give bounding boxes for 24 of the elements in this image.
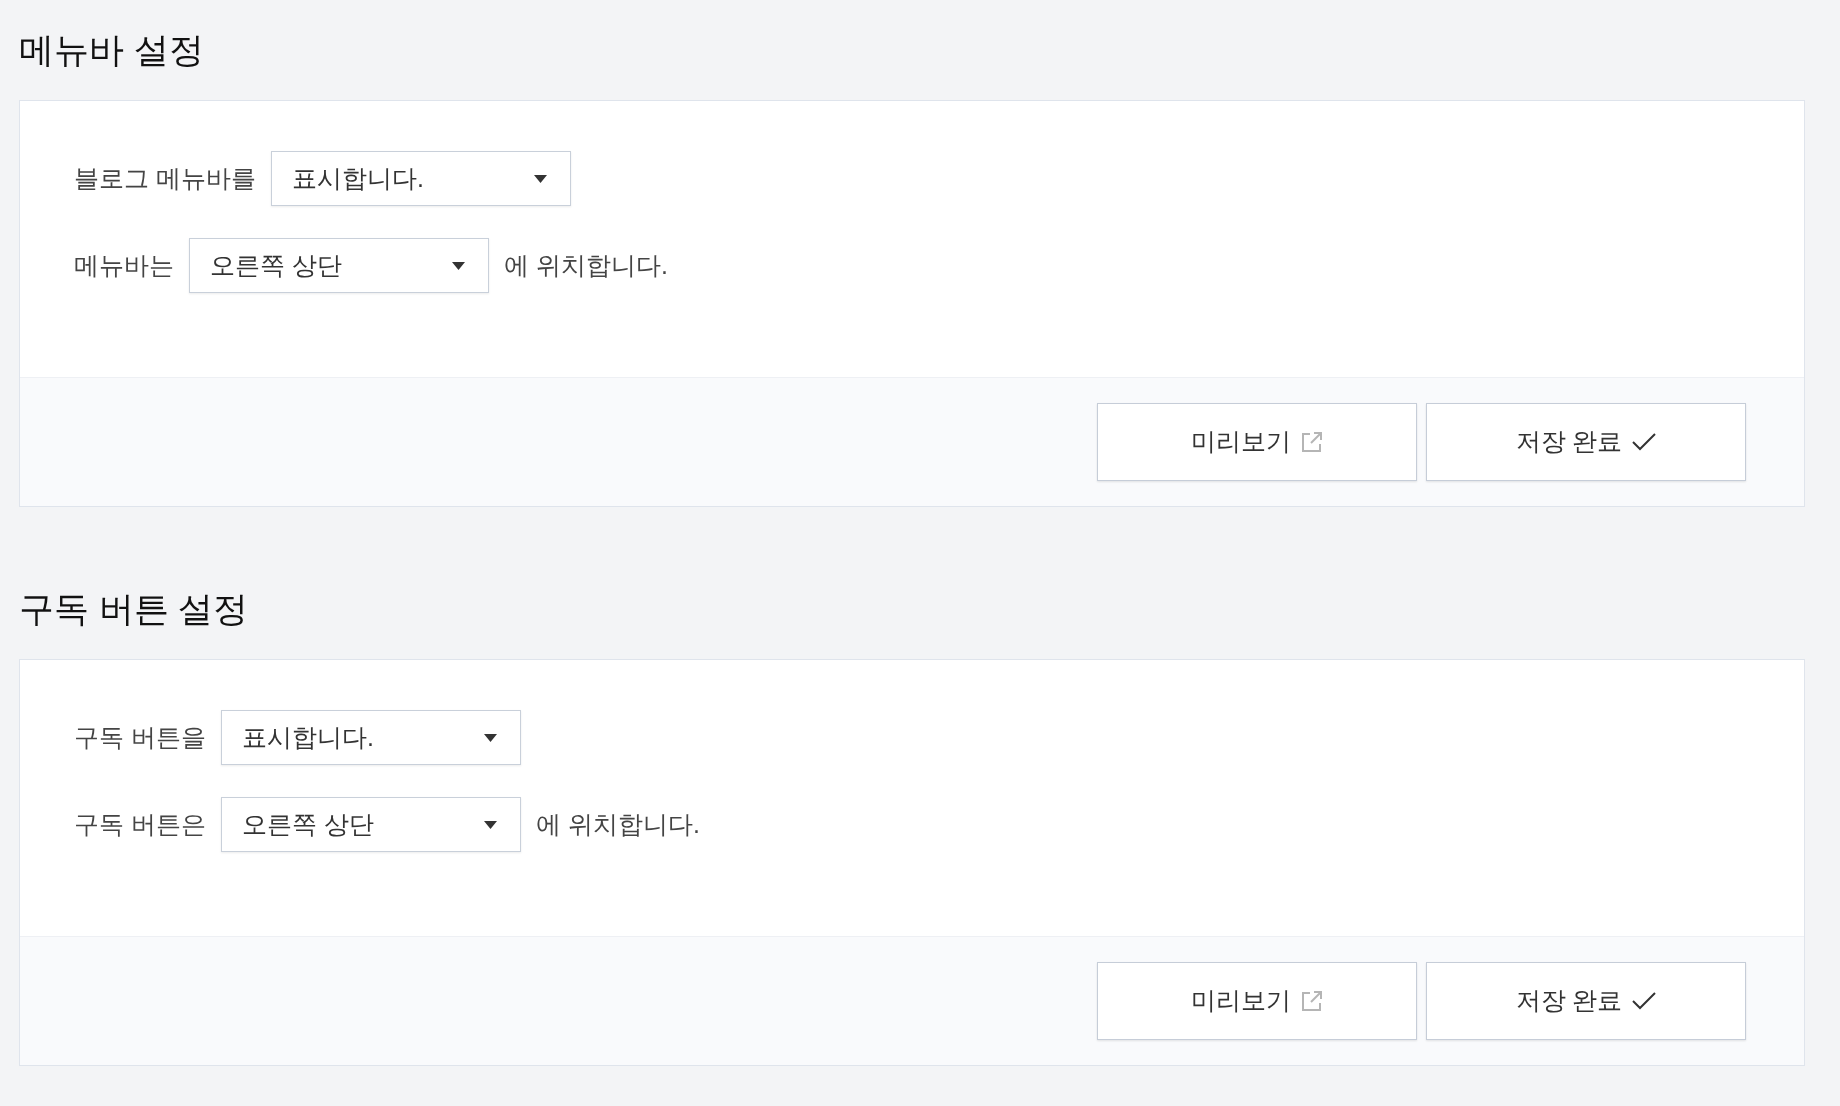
save-button[interactable]: 저장 완료	[1426, 403, 1746, 481]
external-link-icon	[1301, 431, 1323, 453]
caret-down-icon	[533, 174, 547, 183]
setting-label: 메뉴바는	[74, 249, 174, 281]
save-button[interactable]: 저장 완료	[1426, 962, 1746, 1040]
dropdown-select[interactable]: 오른쪽 상단	[189, 238, 489, 293]
preview-button[interactable]: 미리보기	[1097, 403, 1417, 481]
dropdown-select[interactable]: 오른쪽 상단	[220, 797, 521, 852]
dropdown-select[interactable]: 표시합니다.	[220, 710, 521, 765]
caret-down-icon	[483, 733, 497, 742]
setting-suffix: 에 위치합니다.	[535, 808, 700, 840]
check-icon	[1632, 433, 1657, 451]
setting-suffix: 에 위치합니다.	[504, 249, 668, 281]
dropdown-select[interactable]: 표시합니다.	[270, 151, 571, 206]
caret-down-icon	[483, 820, 497, 829]
setting-label: 구독 버튼은	[74, 808, 206, 840]
setting-label: 블로그 메뉴바를	[74, 162, 256, 194]
section-title: 메뉴바 설정	[19, 30, 205, 70]
external-link-icon	[1301, 990, 1323, 1012]
check-icon	[1632, 992, 1657, 1010]
setting-label: 구독 버튼을	[74, 721, 206, 753]
preview-button[interactable]: 미리보기	[1097, 962, 1417, 1040]
section-title: 구독 버튼 설정	[19, 589, 250, 629]
caret-down-icon	[452, 261, 465, 270]
